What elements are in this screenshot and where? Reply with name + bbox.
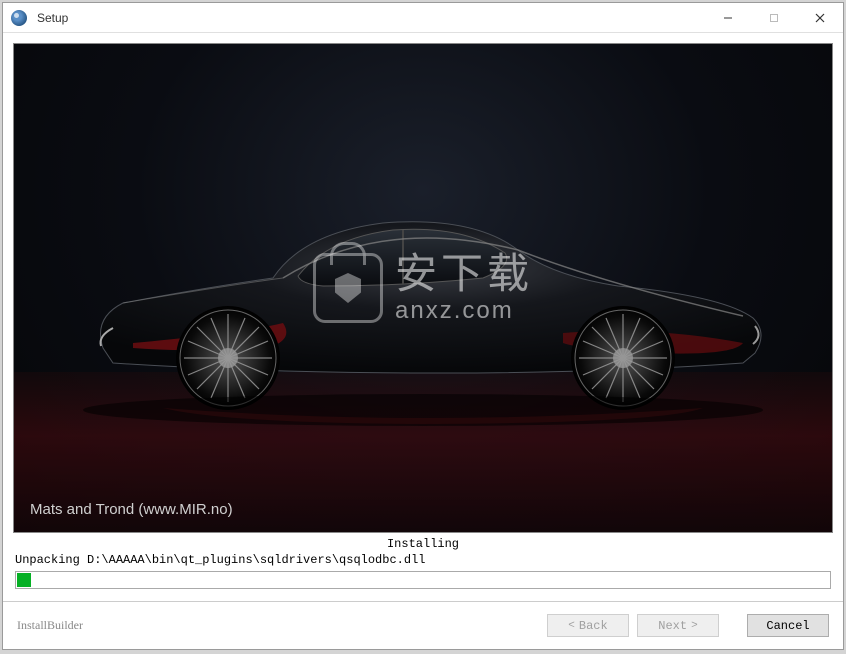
window-title: Setup	[35, 11, 705, 25]
setup-window: Setup	[2, 2, 844, 650]
status-heading: Installing	[13, 537, 833, 551]
cancel-label: Cancel	[766, 619, 809, 633]
image-credit: Mats and Trond (www.MIR.no)	[30, 501, 233, 518]
hero-image: 安下载 anxz.com Mats and Trond (www.MIR.no)	[13, 43, 833, 533]
chevron-left-icon: <	[568, 620, 575, 632]
install-status: Installing Unpacking D:\AAAAA\bin\qt_plu…	[13, 533, 833, 589]
titlebar: Setup	[3, 3, 843, 33]
watermark-en: anxz.com	[395, 299, 533, 323]
watermark-cn: 安下载	[395, 253, 533, 295]
footer: InstallBuilder < Back Next > Cancel	[3, 601, 843, 649]
chevron-right-icon: >	[691, 620, 698, 632]
close-button[interactable]	[797, 3, 843, 33]
watermark-shield-icon	[335, 273, 361, 303]
back-label: Back	[579, 619, 608, 633]
cancel-button[interactable]: Cancel	[747, 614, 829, 637]
content-area: 安下载 anxz.com Mats and Trond (www.MIR.no)…	[3, 33, 843, 601]
status-file-line: Unpacking D:\AAAAA\bin\qt_plugins\sqldri…	[13, 553, 833, 567]
watermark-text: 安下载 anxz.com	[395, 253, 533, 323]
back-button: < Back	[547, 614, 629, 637]
footer-brand: InstallBuilder	[17, 618, 539, 633]
app-icon	[11, 10, 27, 26]
next-label: Next	[658, 619, 687, 633]
close-icon	[815, 13, 825, 23]
window-controls	[705, 3, 843, 33]
maximize-icon	[769, 13, 779, 23]
watermark: 安下载 anxz.com	[313, 253, 533, 323]
minimize-icon	[723, 13, 733, 23]
progress-fill	[17, 573, 31, 587]
maximize-button	[751, 3, 797, 33]
watermark-bag-icon	[313, 253, 383, 323]
next-button: Next >	[637, 614, 719, 637]
minimize-button[interactable]	[705, 3, 751, 33]
progress-bar	[15, 571, 831, 589]
